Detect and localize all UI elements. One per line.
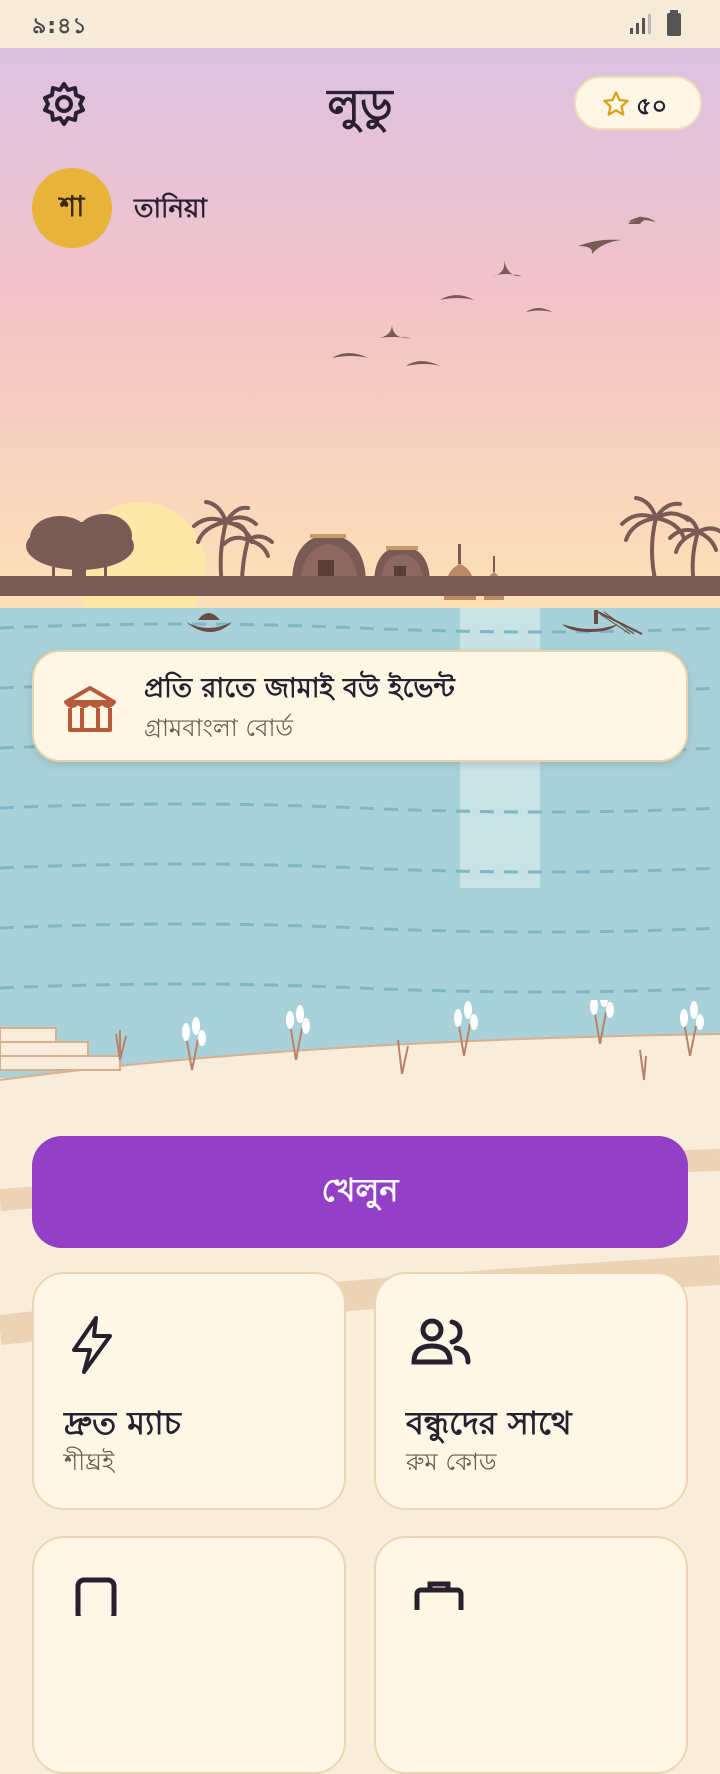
event-subtitle: গ্রামবাংলা বোর্ড — [144, 714, 294, 742]
users-icon — [411, 1318, 471, 1365]
battery-icon — [667, 10, 681, 36]
star-icon — [603, 91, 629, 116]
market-stall-icon — [64, 686, 116, 732]
play-button-label: খেলুন — [321, 1172, 399, 1208]
coin-value: ৫০ — [636, 92, 668, 120]
signal-icon — [630, 14, 651, 34]
phone-icon — [75, 1577, 117, 1616]
horizon-ground — [0, 576, 720, 596]
friends-subtitle: রুম কোড — [406, 1448, 497, 1476]
avatar-initials: শা — [59, 189, 85, 223]
play-button[interactable]: খেলুন — [32, 1136, 688, 1248]
briefcase-icon — [414, 1581, 464, 1610]
coin-balance[interactable]: ৫০ — [574, 76, 702, 130]
status-time: ৯:৪১ — [32, 14, 88, 39]
quick-match-subtitle: শীঘ্রই — [64, 1448, 115, 1476]
event-title: প্রতি রাতে জামাই বউ ইভেন্ট — [144, 673, 455, 704]
ghat-steps — [0, 1027, 121, 1071]
lightning-icon — [72, 1316, 112, 1374]
avatar[interactable]: শা — [32, 168, 112, 248]
status-bar: ৯:৪১ — [0, 0, 720, 48]
event-banner[interactable]: প্রতি রাতে জামাই বউ ইভেন্ট গ্রামবাংলা বো… — [32, 650, 688, 762]
quick-match-card[interactable]: দ্রুত ম্যাচ শীঘ্রই — [32, 1272, 346, 1510]
player-name: তানিয়া — [134, 194, 207, 224]
mode-card-3[interactable] — [32, 1536, 346, 1774]
play-with-friends-card[interactable]: বন্ধুদের সাথে রুম কোড — [374, 1272, 688, 1510]
mode-card-4[interactable] — [374, 1536, 688, 1774]
